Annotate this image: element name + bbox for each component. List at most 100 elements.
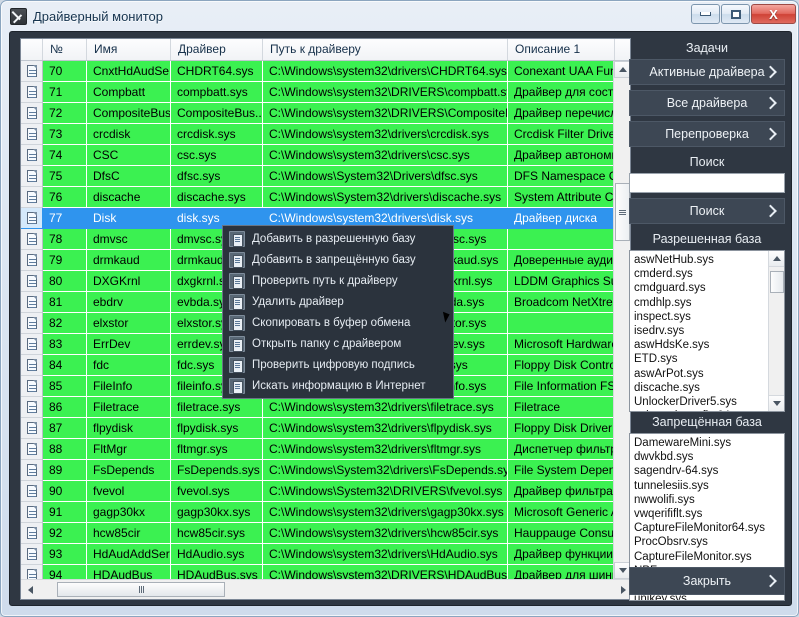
scroll-thumb[interactable] bbox=[770, 271, 784, 293]
row-driver-icon-cell[interactable] bbox=[21, 544, 43, 565]
horizontal-scroll-thumb[interactable] bbox=[57, 582, 225, 597]
row-driver-icon-cell[interactable] bbox=[21, 313, 43, 334]
context-menu-item[interactable]: Добавить в разрешенную базу bbox=[223, 228, 453, 249]
table-row[interactable]: 94HDAudBusHDAudBus.sysC:\Windows\system3… bbox=[21, 565, 615, 579]
row-driver-icon-cell[interactable] bbox=[21, 61, 43, 82]
table-row[interactable]: 72CompositeBusCompositeBus...C:\Windows\… bbox=[21, 103, 615, 124]
table-row[interactable]: 90fvevolfvevol.sysC:\Windows\System32\DR… bbox=[21, 481, 615, 502]
sidebar-item-recheck[interactable]: Перепроверка bbox=[629, 121, 785, 147]
list-item[interactable]: aswHdsKe.sys bbox=[634, 338, 784, 352]
row-driver-icon-cell[interactable] bbox=[21, 292, 43, 313]
list-item[interactable]: cmdguard.sys bbox=[634, 281, 784, 295]
list-item[interactable]: aswNetHub.sys bbox=[634, 253, 784, 267]
list-item[interactable]: tunnelesiis.sys bbox=[634, 479, 784, 493]
table-row[interactable]: 86Filetracefiletrace.sysC:\Windows\syste… bbox=[21, 397, 615, 418]
context-menu-item[interactable]: Добавить в запрещённую базу bbox=[223, 249, 453, 270]
table-row[interactable]: 92hcw85cirhcw85cir.sysC:\Windows\system3… bbox=[21, 523, 615, 544]
table-vertical-scrollbar[interactable] bbox=[613, 61, 630, 579]
search-button[interactable]: Поиск bbox=[629, 198, 785, 224]
row-driver-icon-cell[interactable] bbox=[21, 271, 43, 292]
list-item[interactable]: dwvkbd.sys bbox=[634, 450, 784, 464]
list-item[interactable]: inspect.sys bbox=[634, 310, 784, 324]
list-item[interactable]: cmdhlp.sys bbox=[634, 296, 784, 310]
row-driver-icon-cell[interactable] bbox=[21, 418, 43, 439]
list-item[interactable]: ETD.sys bbox=[634, 352, 784, 366]
context-menu[interactable]: Добавить в разрешенную базуДобавить в за… bbox=[222, 225, 454, 399]
row-driver-icon-cell[interactable] bbox=[21, 523, 43, 544]
table-row[interactable]: 87flpydiskflpydisk.sysC:\Windows\system3… bbox=[21, 418, 615, 439]
list-item[interactable]: nwwolifi.sys bbox=[634, 493, 784, 507]
table-row[interactable]: 88FltMgrfltmgr.sysC:\Windows\system32\dr… bbox=[21, 439, 615, 460]
cell-name: fvevol bbox=[87, 481, 171, 502]
column-header-name[interactable]: Имя bbox=[87, 39, 171, 60]
row-driver-icon-cell[interactable] bbox=[21, 397, 43, 418]
maximize-button[interactable] bbox=[721, 4, 750, 24]
row-driver-icon-cell[interactable] bbox=[21, 82, 43, 103]
list-item[interactable]: CaptureFileMonitor64.sys bbox=[634, 521, 784, 535]
row-driver-icon-cell[interactable] bbox=[21, 376, 43, 397]
row-driver-icon-cell[interactable] bbox=[21, 145, 43, 166]
row-driver-icon-cell[interactable] bbox=[21, 481, 43, 502]
context-menu-item[interactable]: Проверить цифровую подпись bbox=[223, 354, 453, 375]
row-driver-icon-cell[interactable] bbox=[21, 187, 43, 208]
list-item[interactable]: cmderd.sys bbox=[634, 267, 784, 281]
table-row[interactable]: 73crcdiskcrcdisk.sysC:\Windows\system32\… bbox=[21, 124, 615, 145]
context-menu-item[interactable]: Открыть папку с драйвером bbox=[223, 333, 453, 354]
context-menu-item[interactable]: Искать информацию в Интернет bbox=[223, 375, 453, 396]
row-driver-icon-cell[interactable] bbox=[21, 124, 43, 145]
sidebar-item-all-drivers[interactable]: Все драйвера bbox=[629, 90, 785, 116]
column-header-path[interactable]: Путь к драйверу bbox=[263, 39, 508, 60]
row-driver-icon-cell[interactable] bbox=[21, 565, 43, 579]
column-header-check[interactable] bbox=[21, 39, 43, 60]
table-row[interactable]: 74CSCcsc.sysC:\Windows\system32\drivers\… bbox=[21, 145, 615, 166]
row-driver-icon-cell[interactable] bbox=[21, 229, 43, 250]
scroll-down-button[interactable] bbox=[769, 395, 785, 411]
list-item[interactable]: sagendrv-64.sys bbox=[634, 464, 784, 478]
context-menu-item[interactable]: Скопировать в буфер обмена bbox=[223, 312, 453, 333]
title-bar[interactable]: Драйверный монитор X bbox=[1, 1, 799, 31]
table-horizontal-scrollbar[interactable] bbox=[21, 579, 631, 599]
allowed-db-list[interactable]: aswNetHub.syscmderd.syscmdguard.syscmdhl… bbox=[629, 250, 785, 412]
row-driver-icon-cell[interactable] bbox=[21, 355, 43, 376]
list-item[interactable]: isedrv.sys bbox=[634, 324, 784, 338]
vertical-scroll-thumb[interactable] bbox=[615, 183, 630, 241]
row-driver-icon-cell[interactable] bbox=[21, 439, 43, 460]
row-driver-icon-cell[interactable] bbox=[21, 334, 43, 355]
allowed-db-scrollbar[interactable] bbox=[768, 251, 784, 411]
table-row[interactable]: 89FsDependsFsDepends.sysC:\Windows\Syste… bbox=[21, 460, 615, 481]
cell-name: FsDepends bbox=[87, 460, 171, 481]
column-header-driver[interactable]: Драйвер bbox=[171, 39, 263, 60]
search-input[interactable] bbox=[629, 173, 785, 193]
row-driver-icon-cell[interactable] bbox=[21, 460, 43, 481]
context-menu-item[interactable]: Проверить путь к драйверу bbox=[223, 270, 453, 291]
scroll-up-button[interactable] bbox=[769, 251, 785, 267]
column-header-number[interactable]: № bbox=[43, 39, 87, 60]
row-driver-icon-cell[interactable] bbox=[21, 208, 43, 229]
scroll-left-button[interactable] bbox=[21, 581, 39, 599]
table-row[interactable]: 75DfsCdfsc.sysC:\Windows\System32\Driver… bbox=[21, 166, 615, 187]
table-row[interactable]: 91gagp30kxgagp30kx.sysC:\Windows\system3… bbox=[21, 502, 615, 523]
list-item[interactable]: CaptureFileMonitor.sys bbox=[634, 550, 784, 564]
list-item[interactable]: UnlockerDriver5.sys bbox=[634, 395, 784, 409]
close-window-button[interactable]: X bbox=[751, 4, 796, 24]
row-driver-icon-cell[interactable] bbox=[21, 502, 43, 523]
table-row[interactable]: 93HdAudAddSer...HdAudio.sysC:\Windows\sy… bbox=[21, 544, 615, 565]
cell-name: Filetrace bbox=[87, 397, 171, 418]
list-item[interactable]: discache.sys bbox=[634, 381, 784, 395]
row-driver-icon-cell[interactable] bbox=[21, 250, 43, 271]
row-driver-icon-cell[interactable] bbox=[21, 166, 43, 187]
column-header-description[interactable]: Описание 1 bbox=[508, 39, 615, 60]
list-item[interactable]: ProcObsrv.sys bbox=[634, 535, 784, 549]
list-item[interactable]: usbser_lowerfltx64.sys bbox=[634, 409, 784, 412]
table-row[interactable]: 76discachediscache.sysC:\Windows\System3… bbox=[21, 187, 615, 208]
close-app-button[interactable]: Закрыть bbox=[629, 567, 785, 595]
table-row[interactable]: 71Compbattcompbatt.sysC:\Windows\system3… bbox=[21, 82, 615, 103]
row-driver-icon-cell[interactable] bbox=[21, 103, 43, 124]
list-item[interactable]: DamewareMini.sys bbox=[634, 436, 784, 450]
context-menu-item[interactable]: Удалить драйвер bbox=[223, 291, 453, 312]
list-item[interactable]: aswArPot.sys bbox=[634, 367, 784, 381]
sidebar-item-active-drivers[interactable]: Активные драйвера bbox=[629, 59, 785, 85]
list-item[interactable]: vwqerififlt.sys bbox=[634, 507, 784, 521]
table-row[interactable]: 70CnxtHdAudSe...CHDRT64.sysC:\Windows\sy… bbox=[21, 61, 615, 82]
minimize-button[interactable] bbox=[691, 4, 720, 24]
